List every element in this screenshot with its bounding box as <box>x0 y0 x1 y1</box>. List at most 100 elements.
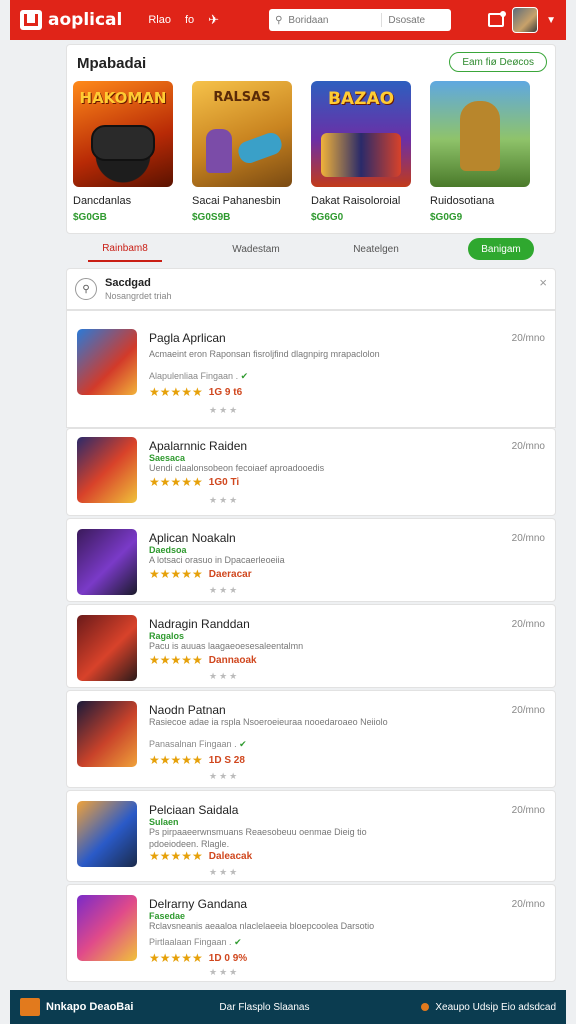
app-thumbnail <box>77 801 137 867</box>
mini-stars-icon: ★★★ <box>209 585 240 595</box>
search-input[interactable]: Boridaan <box>288 15 328 26</box>
list-title: Sacdgad <box>105 277 151 289</box>
check-icon: ✔ <box>240 371 249 381</box>
app-thumbnail <box>77 895 137 961</box>
app-rating: ★★★★★ Dannaoak <box>149 653 257 667</box>
meta-text: Pirtlaalaan Fingaan . <box>149 937 232 947</box>
app-category: Sulaen <box>149 817 179 827</box>
app-category: Ragalos <box>149 631 185 641</box>
notification-icon[interactable] <box>488 11 507 27</box>
stars-icon: ★★★★★ <box>149 475 203 489</box>
tab-2[interactable]: Wadestam <box>196 238 316 261</box>
app-time: 20/mno <box>511 805 545 816</box>
app-time: 20/mno <box>511 333 545 344</box>
app-rating: ★★★★★ Daleacak <box>149 849 252 863</box>
app-category: Fasedae <box>149 911 186 921</box>
search-icon: ⚲ <box>275 14 283 26</box>
app-thumbnail <box>77 437 137 503</box>
app-time: 20/mno <box>511 619 545 630</box>
footer-brand: Nnkapo DeaoBai <box>46 1001 134 1013</box>
app-description: A lotsaci orasuo in Dpacaerleoeiia <box>149 555 285 565</box>
app-thumbnail <box>77 529 137 595</box>
featured-game-3[interactable]: BAZAO Dakat Raisoloroial $G6G0 <box>311 81 414 223</box>
warrior-icon <box>460 101 500 171</box>
user-avatar[interactable] <box>512 7 539 33</box>
search-icon[interactable]: ⚲ <box>75 278 97 300</box>
game-name: Sacai Pahanesbin <box>192 195 281 207</box>
game-price: $G0S9B <box>192 212 231 223</box>
game-price: $G6G0 <box>311 212 344 223</box>
featured-game-4[interactable]: Ruidosotiana $G0G9 <box>430 81 533 223</box>
game-name: Ruidosotiana <box>430 195 495 207</box>
featured-section: Mpabadai Eam fiø Deøcos HAKOMAN Dancdanl… <box>66 44 556 234</box>
close-icon[interactable]: × <box>539 275 547 290</box>
app-rating: ★★★★★ Daeracar <box>149 567 252 581</box>
app-time: 20/mno <box>511 705 545 716</box>
rating-value: 1D 0 9% <box>208 952 248 964</box>
app-description: Acmaeint eron Raponsan fisroljfind dlagn… <box>149 349 380 359</box>
stars-icon: ★★★★★ <box>149 567 203 581</box>
chevron-down-icon[interactable]: ▼ <box>546 15 556 26</box>
tab-1[interactable]: Rainbam8 <box>88 237 162 262</box>
app-meta: Pirtlaalaan Fingaan . ✔ <box>149 937 242 948</box>
game-cover: BAZAO <box>311 81 411 187</box>
mini-stars-icon: ★★★ <box>209 867 240 877</box>
featured-title: Mpabadai <box>77 55 147 72</box>
app-category: Daedsoa <box>149 545 187 555</box>
game-cover: HAKOMAN <box>73 81 173 187</box>
footer-link[interactable]: Dar Flasplo Slaanas <box>219 1002 309 1013</box>
rating-value: Dannaoak <box>208 654 257 666</box>
list-header: ⚲ Sacdgad Nosangrdet triah × <box>66 268 556 310</box>
search-scope-select[interactable]: Dsosate <box>388 15 445 26</box>
brand-name: aoplical <box>48 10 123 30</box>
app-meta: Panasalnan Fingaan . ✔ <box>149 739 247 750</box>
nav-item-2[interactable]: fo <box>185 14 194 26</box>
footer-logo-icon <box>20 998 40 1016</box>
featured-game-2[interactable]: RALSAS Sacai Pahanesbin $G0S9B <box>192 81 295 223</box>
list-item[interactable]: Apalarnnic Raiden Saesaca Uendi claalons… <box>66 428 556 516</box>
list-item[interactable]: Aplican Noakaln Daedsoa A lotsaci orasuo… <box>66 518 556 602</box>
nav-item-1[interactable]: Rlao <box>148 14 171 26</box>
footer-bar: Nnkapo DeaoBai Dar Flasplo Slaanas Xeaup… <box>10 990 566 1024</box>
cover-title: RALSAS <box>213 90 271 105</box>
meta-text: Panasalnan Fingaan . <box>149 739 237 749</box>
category-tabs: Rainbam8 Wadestam Neatelgen Banigam <box>66 234 556 264</box>
app-description: Rclavsneanis aeaaloa nlaclelaeeia bloepc… <box>149 921 375 931</box>
search-divider <box>381 13 383 27</box>
app-time: 20/mno <box>511 899 545 910</box>
tab-3[interactable]: Neatelgen <box>316 238 436 261</box>
app-title: Nadragin Randdan <box>149 617 250 631</box>
logo-icon <box>20 10 42 30</box>
cover-title: BAZAO <box>327 89 395 109</box>
app-thumbnail <box>77 615 137 681</box>
list-item[interactable]: Naodn Patnan Rasiecoe adae ia rspla Nsoe… <box>66 690 556 788</box>
mini-stars-icon: ★★★ <box>209 671 240 681</box>
list-item[interactable]: Pagla Aprlican Acmaeint eron Raponsan fi… <box>66 310 556 428</box>
cover-title: HAKOMAN <box>79 89 167 107</box>
rating-value: 1G0 Ti <box>208 476 240 488</box>
mini-stars-icon: ★★★ <box>209 495 240 505</box>
list-item[interactable]: Nadragin Randdan Ragalos Pacu is auuas l… <box>66 604 556 688</box>
game-cover <box>430 81 530 187</box>
featured-game-1[interactable]: HAKOMAN Dancdanlas $G0GB <box>73 81 176 223</box>
app-thumbnail <box>77 701 137 767</box>
tab-action-button[interactable]: Banigam <box>468 238 534 260</box>
check-icon: ✔ <box>239 739 247 749</box>
heroes-icon <box>321 133 401 177</box>
app-meta: Alapulenliaa Fingaan . ✔ <box>149 371 248 382</box>
app-category: Saesaca <box>149 453 186 463</box>
list-item[interactable]: Pelciaan Saidala Sulaen Ps pirpaaeerwnsm… <box>66 790 556 882</box>
rating-value: 1D S 28 <box>208 754 245 766</box>
stars-icon: ★★★★★ <box>149 951 203 965</box>
app-rating: ★★★★★ 1G0 Ti <box>149 475 239 489</box>
search-bar[interactable]: ⚲ Boridaan Dsosate <box>269 9 452 31</box>
list-item[interactable]: Delrarny Gandana Fasedae Rclavsneanis ae… <box>66 884 556 982</box>
top-bar: aoplical Rlao fo ✈ ⚲ Boridaan Dsosate ▼ <box>10 0 566 40</box>
see-all-button[interactable]: Eam fiø Deøcos <box>449 52 547 72</box>
brand-logo[interactable]: aoplical <box>20 10 122 30</box>
check-icon: ✔ <box>234 937 242 947</box>
game-cover: RALSAS <box>192 81 292 187</box>
footer-right-text[interactable]: Xeaupo Udsip Eio adsdcad <box>435 1002 556 1013</box>
app-rating: ★★★★★ 1G 9 t6 <box>149 385 242 399</box>
tools-icon[interactable]: ✈ <box>208 12 219 28</box>
